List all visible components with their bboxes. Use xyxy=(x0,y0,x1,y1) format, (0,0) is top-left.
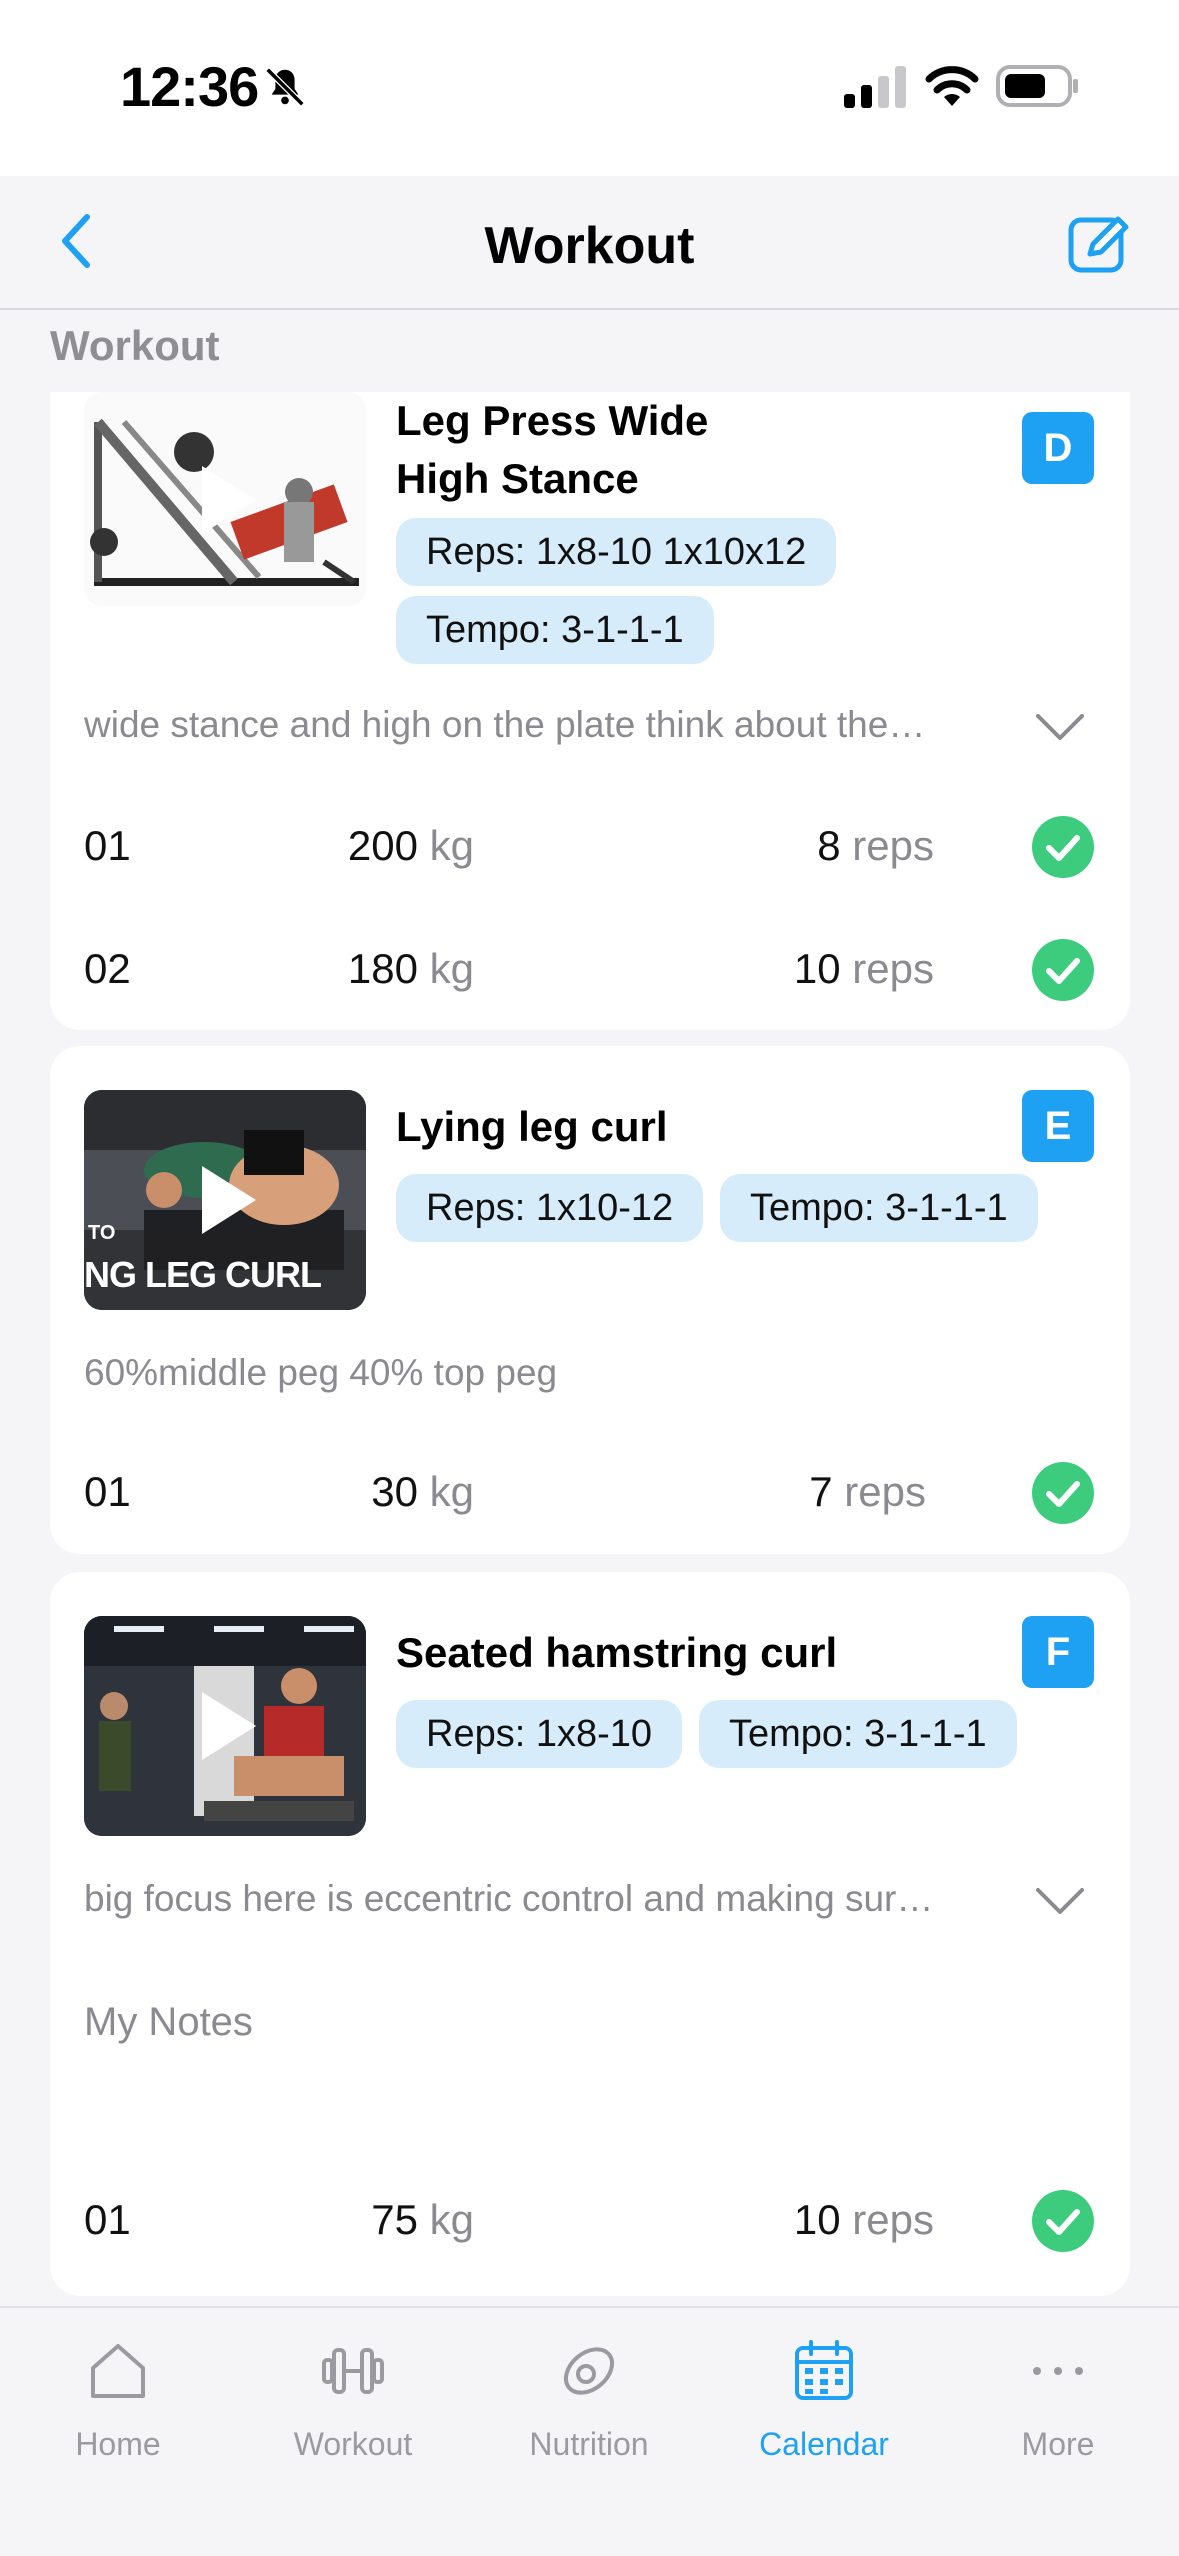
nutrition-icon xyxy=(563,2347,615,2395)
signal-icon xyxy=(844,66,906,108)
exercise-letter-badge: D xyxy=(1022,412,1094,484)
wifi-icon xyxy=(925,66,979,106)
exercise-letter-badge: F xyxy=(1022,1616,1094,1688)
check-circle-icon[interactable] xyxy=(1032,1462,1094,1524)
exercise-note[interactable]: 60%middle peg 40% top peg xyxy=(84,1352,557,1394)
set-number: 02 xyxy=(84,945,131,992)
reps-chip: Reps: 1x10-12 xyxy=(396,1174,704,1242)
tab-bar: Home Workout Nutrition Calendar More xyxy=(0,2306,1179,2556)
exercise-card[interactable]: Seated hamstring curl F Reps: 1x8-10 Tem… xyxy=(50,1572,1130,2296)
home-icon xyxy=(91,2344,145,2398)
exercise-card[interactable]: TO NG LEG CURL Lying leg curl E Reps: 1x… xyxy=(50,1046,1130,1554)
set-number: 01 xyxy=(84,1468,131,1515)
tempo-chip: Tempo: 3-1-1-1 xyxy=(699,1700,1017,1768)
exercise-video-thumbnail[interactable] xyxy=(84,1616,366,1836)
set-weight[interactable]: 180 kg xyxy=(254,945,474,993)
exercise-letter-badge: E xyxy=(1022,1090,1094,1162)
set-reps[interactable]: 10 reps xyxy=(674,2196,934,2244)
set-number: 01 xyxy=(84,2196,131,2243)
tab-label: Nutrition xyxy=(529,2426,649,2462)
set-number: 01 xyxy=(84,822,131,869)
exercise-video-thumbnail[interactable] xyxy=(84,392,366,606)
status-bar: 12:36 xyxy=(0,0,1179,176)
chevron-down-icon[interactable] xyxy=(1034,1884,1086,1920)
exercise-title: Lying leg curl xyxy=(396,1103,668,1150)
set-row[interactable]: 02 180 kg 10 reps xyxy=(84,935,1094,1005)
calendar-icon xyxy=(795,2340,853,2400)
play-icon xyxy=(202,466,256,534)
check-circle-icon[interactable] xyxy=(1032,939,1094,1001)
play-icon xyxy=(202,1692,256,1760)
nav-header: Workout xyxy=(0,176,1179,310)
tempo-chip: Tempo: 3-1-1-1 xyxy=(720,1174,1038,1242)
exercise-note[interactable]: wide stance and high on the plate think … xyxy=(84,704,925,746)
tab-more[interactable]: More xyxy=(958,2338,1158,2488)
exercise-title: Seated hamstring curl xyxy=(396,1629,838,1676)
set-weight[interactable]: 75 kg xyxy=(254,2196,474,2244)
tempo-chip: Tempo: 3-1-1-1 xyxy=(396,596,714,664)
set-row[interactable]: 01 75 kg 10 reps xyxy=(84,2186,1094,2256)
tab-calendar[interactable]: Calendar xyxy=(724,2338,924,2488)
more-icon xyxy=(1033,2367,1083,2375)
tab-label: Home xyxy=(75,2426,161,2462)
set-reps[interactable]: 10 reps xyxy=(674,945,934,993)
thumbnail-caption: NG LEG CURL xyxy=(84,1254,322,1295)
check-circle-icon[interactable] xyxy=(1032,2190,1094,2252)
tab-label: Workout xyxy=(293,2426,413,2462)
tab-nutrition[interactable]: Nutrition xyxy=(489,2338,689,2488)
set-row[interactable]: 01 200 kg 8 reps xyxy=(84,812,1094,882)
dumbbell-icon xyxy=(322,2348,384,2394)
tab-label: More xyxy=(1021,2426,1095,2462)
page-title: Workout xyxy=(484,217,695,275)
my-notes-field[interactable]: My Notes xyxy=(84,2000,253,2045)
exercise-card[interactable]: Leg Press Wide High Stance D Reps: 1x8-1… xyxy=(50,392,1130,1030)
section-label: Workout xyxy=(50,322,220,369)
set-weight[interactable]: 30 kg xyxy=(254,1468,474,1516)
tab-home[interactable]: Home xyxy=(18,2338,218,2488)
exercise-note[interactable]: big focus here is eccentric control and … xyxy=(84,1878,933,1920)
exercise-title: Leg Press Wide High Stance xyxy=(396,397,709,502)
set-weight[interactable]: 200 kg xyxy=(254,822,474,870)
edit-icon[interactable] xyxy=(1066,210,1132,276)
check-circle-icon[interactable] xyxy=(1032,816,1094,878)
tab-label: Calendar xyxy=(759,2426,889,2462)
tab-workout[interactable]: Workout xyxy=(253,2338,453,2488)
bell-slash-icon xyxy=(265,67,305,107)
status-time: 12:36 xyxy=(120,55,259,118)
chevron-down-icon[interactable] xyxy=(1034,710,1086,746)
set-reps[interactable]: 7 reps xyxy=(666,1468,926,1516)
play-icon xyxy=(202,1166,256,1234)
reps-chip: Reps: 1x8-10 xyxy=(396,1700,683,1768)
set-reps[interactable]: 8 reps xyxy=(674,822,934,870)
thumbnail-caption: TO xyxy=(88,1222,116,1244)
exercise-video-thumbnail[interactable]: TO NG LEG CURL xyxy=(84,1090,366,1310)
reps-chip: Reps: 1x8-10 1x10x12 xyxy=(396,518,837,586)
battery-icon xyxy=(996,65,1078,107)
set-row[interactable]: 01 30 kg 7 reps xyxy=(84,1458,1094,1528)
